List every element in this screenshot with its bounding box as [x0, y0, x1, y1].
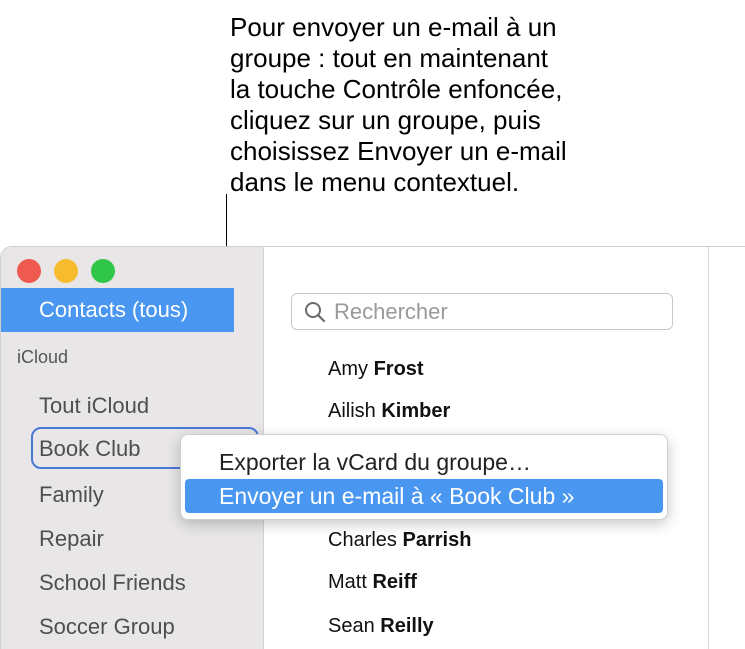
contact-first-name: Ailish [328, 400, 376, 422]
sidebar-section-icloud: iCloud [17, 347, 69, 367]
sidebar-item-book-club[interactable]: Book Club [39, 436, 141, 462]
sidebar-item-family[interactable]: Family [39, 482, 104, 508]
context-menu: Exporter la vCard du groupe… Envoyer un … [180, 434, 668, 520]
contact-row[interactable]: Matt Reiff [328, 571, 417, 594]
contact-row[interactable]: Charles Parrish [328, 529, 471, 552]
contact-row[interactable]: Sean Reilly [328, 615, 434, 638]
contact-row[interactable]: Ailish Kimber [328, 400, 450, 423]
search-input[interactable] [332, 297, 656, 326]
contact-first-name: Charles [328, 529, 397, 551]
contact-last-name: Kimber [381, 400, 451, 422]
contact-last-name: Parrish [402, 529, 472, 551]
screenshot-canvas: Pour envoyer un e-mail à un groupe : tou… [0, 0, 745, 649]
sidebar-item-all-contacts[interactable]: Contacts (tous) [1, 288, 234, 332]
contact-last-name: Frost [373, 358, 424, 380]
menu-item-export-vcard[interactable]: Exporter la vCard du groupe… [185, 445, 663, 479]
zoom-window-button[interactable] [91, 259, 115, 283]
pane-divider [708, 247, 709, 649]
contact-first-name: Amy [328, 358, 368, 380]
window-controls [17, 259, 115, 283]
sidebar-item-soccer-group[interactable]: Soccer Group [39, 614, 175, 640]
contact-row[interactable]: Amy Frost [328, 358, 424, 381]
sidebar-item-all-icloud[interactable]: Tout iCloud [39, 393, 149, 419]
close-window-button[interactable] [17, 259, 41, 283]
minimize-window-button[interactable] [54, 259, 78, 283]
contact-last-name: Reiff [372, 571, 417, 593]
menu-item-send-email[interactable]: Envoyer un e-mail à « Book Club » [185, 479, 663, 513]
contact-last-name: Reilly [380, 615, 434, 637]
contact-first-name: Matt [328, 571, 367, 593]
callout-text: Pour envoyer un e-mail à un groupe : tou… [230, 12, 567, 197]
contact-first-name: Sean [328, 615, 375, 637]
search-field[interactable] [291, 293, 673, 330]
sidebar-item-school-friends[interactable]: School Friends [39, 570, 186, 596]
search-icon [300, 297, 330, 327]
sidebar-item-repair[interactable]: Repair [39, 526, 104, 552]
